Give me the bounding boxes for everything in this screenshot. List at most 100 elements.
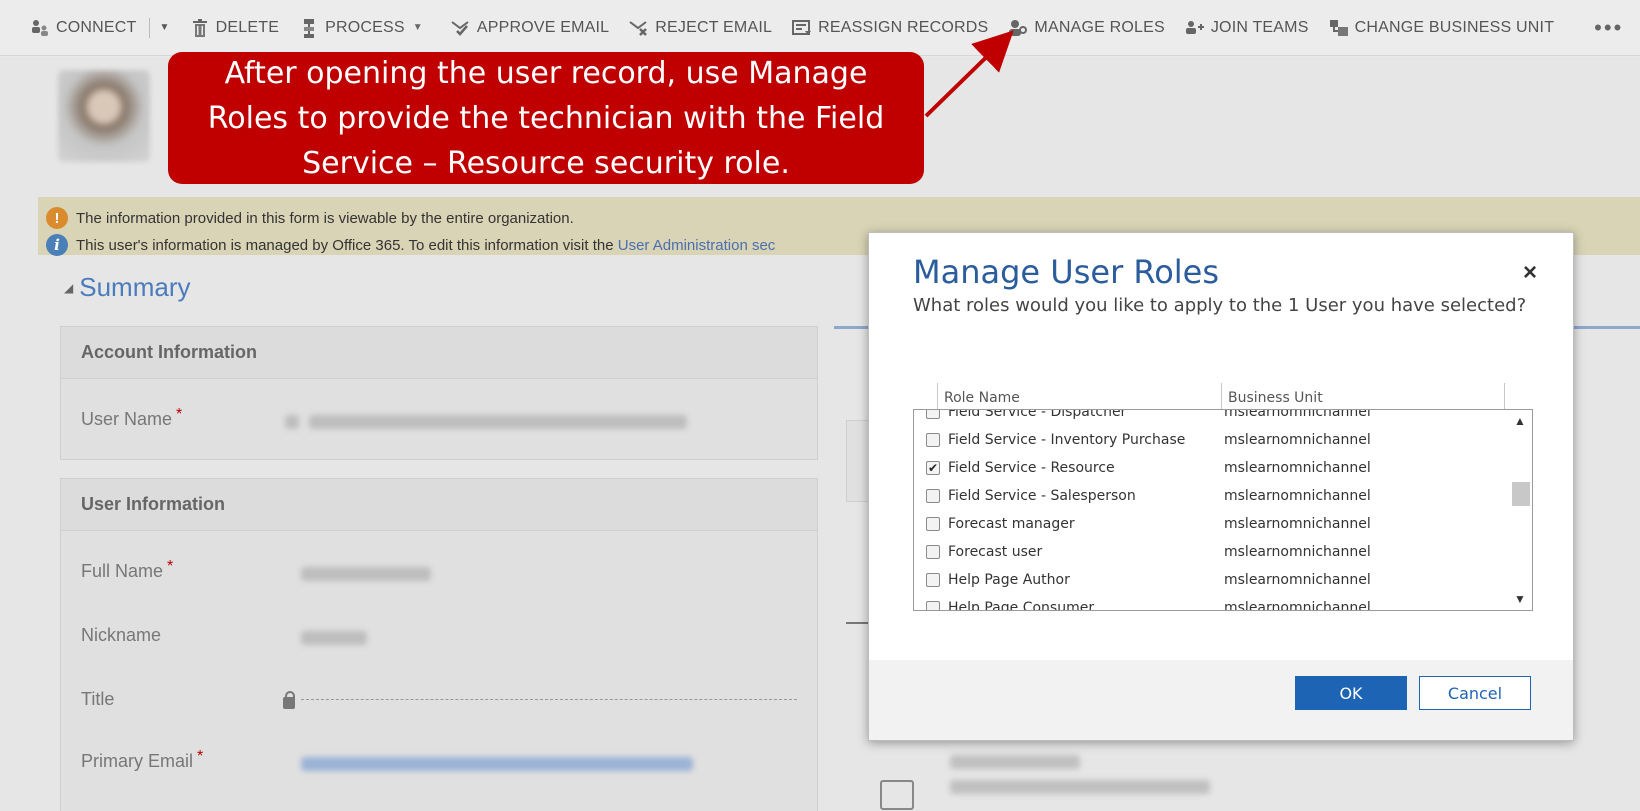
nickname-value[interactable]: [301, 631, 367, 645]
command-bar: CONNECT ▼ DELETE PROCESS ▼ APPROVE EMAIL…: [0, 0, 1640, 56]
scroll-down-icon[interactable]: ▼: [1514, 592, 1526, 606]
role-row[interactable]: Help Page Consumer mslearnomnichannel: [914, 594, 1510, 611]
nickname-label: Nickname: [81, 625, 162, 645]
contact-subtitle: [950, 780, 1210, 794]
role-checkbox[interactable]: [926, 573, 940, 587]
approve-email-icon: [451, 18, 471, 38]
role-row[interactable]: Field Service - Salesperson mslearnomnich…: [914, 482, 1510, 510]
notice-row-office365: i This user's information is managed by …: [46, 234, 775, 256]
reject-email-icon: [629, 18, 649, 38]
business-unit: mslearnomnichannel: [1224, 432, 1371, 448]
reassign-records-label: REASSIGN RECORDS: [818, 18, 989, 36]
full-name-value[interactable]: [301, 567, 431, 581]
notice-row-org: ! The information provided in this form …: [46, 207, 574, 229]
primary-email-value[interactable]: [301, 757, 693, 771]
role-checkbox[interactable]: [926, 517, 940, 531]
user-information-section: User Information Full Name * Nickname Tit…: [60, 478, 818, 811]
column-role-name[interactable]: Role Name: [937, 383, 1221, 409]
roles-grid: Role Name Business Unit Field Service - …: [913, 383, 1533, 611]
primary-email-label: Primary Email *: [81, 748, 204, 771]
role-row[interactable]: Field Service - Inventory Purchase mslear…: [914, 426, 1510, 454]
scroll-up-icon[interactable]: ▲: [1514, 414, 1526, 428]
role-name: Forecast user: [948, 544, 1043, 560]
instruction-callout: After opening the user record, use Manag…: [168, 52, 924, 184]
reject-email-label: REJECT EMAIL: [655, 18, 773, 36]
dialog-subtitle: What roles would you like to apply to th…: [913, 295, 1527, 316]
business-unit: mslearnomnichannel: [1224, 544, 1371, 560]
change-business-unit-button[interactable]: CHANGE BUSINESS UNIT: [1319, 0, 1565, 56]
close-icon[interactable]: ×: [1523, 259, 1537, 287]
business-unit: mslearnomnichannel: [1224, 516, 1371, 532]
business-unit-icon: [1329, 18, 1349, 38]
role-checkbox[interactable]: [926, 545, 940, 559]
notice-text: The information provided in this form is…: [76, 209, 574, 227]
avatar: [58, 70, 150, 162]
role-checkbox[interactable]: [926, 601, 940, 610]
join-teams-icon: [1185, 18, 1205, 38]
role-name: Help Page Author: [948, 572, 1070, 588]
role-row[interactable]: Forecast manager mslearnomnichannel: [914, 510, 1510, 538]
callout-text: After opening the user record, use Manag…: [207, 55, 885, 181]
more-commands-button[interactable]: •••: [1584, 0, 1633, 56]
connect-button[interactable]: CONNECT: [20, 0, 147, 56]
manage-user-roles-dialog: Manage User Roles What roles would you l…: [868, 232, 1574, 741]
role-row[interactable]: Help Page Author mslearnomnichannel: [914, 566, 1510, 594]
column-business-unit[interactable]: Business Unit: [1221, 383, 1505, 409]
role-name: Field Service - Resource: [948, 460, 1115, 476]
business-unit: mslearnomnichannel: [1224, 572, 1371, 588]
join-teams-button[interactable]: JOIN TEAMS: [1175, 0, 1319, 56]
warning-icon: !: [46, 207, 68, 229]
user-admin-link[interactable]: User Administration sec: [618, 237, 776, 254]
title-field[interactable]: [61, 687, 819, 707]
dialog-footer: OK Cancel: [869, 660, 1573, 740]
manage-roles-button[interactable]: MANAGE ROLES: [998, 0, 1174, 56]
user-name-value[interactable]: [309, 415, 687, 429]
reassign-records-button[interactable]: REASSIGN RECORDS: [782, 0, 998, 56]
role-name: Forecast manager: [948, 516, 1075, 532]
role-name: Field Service - Dispatcher: [948, 409, 1127, 420]
business-unit: mslearnomnichannel: [1224, 460, 1371, 476]
chevron-down-icon: ▼: [159, 22, 170, 33]
grid-header: Role Name Business Unit: [913, 383, 1509, 409]
summary-section-toggle[interactable]: ◢ Summary: [64, 272, 190, 303]
approve-email-button[interactable]: APPROVE EMAIL: [441, 0, 619, 56]
connect-dropdown-button[interactable]: ▼: [148, 17, 180, 38]
join-teams-label: JOIN TEAMS: [1210, 18, 1309, 36]
cancel-button[interactable]: Cancel: [1419, 676, 1531, 710]
change-business-unit-label: CHANGE BUSINESS UNIT: [1354, 18, 1555, 36]
role-name: Help Page Consumer: [948, 600, 1095, 611]
delete-button[interactable]: DELETE: [180, 0, 289, 56]
reassign-icon: [792, 18, 812, 38]
user-name-label: User Name *: [81, 406, 183, 429]
role-row[interactable]: ✔ Field Service - Resource mslearnomnichan…: [914, 454, 1510, 482]
role-row[interactable]: Forecast user mslearnomnichannel: [914, 538, 1510, 566]
ok-button[interactable]: OK: [1295, 676, 1407, 710]
role-checkbox[interactable]: [926, 433, 940, 447]
business-unit: mslearnomnichannel: [1224, 409, 1371, 420]
role-checkbox[interactable]: [926, 489, 940, 503]
role-checkbox[interactable]: [926, 410, 940, 419]
account-information-section: Account Information User Name *: [60, 326, 818, 460]
contact-name: [950, 755, 1080, 769]
role-rows: Field Service - Dispatcher mslearnomnicha…: [914, 409, 1510, 611]
grid-body: Field Service - Dispatcher mslearnomnicha…: [913, 409, 1533, 611]
role-checkbox-checked[interactable]: ✔: [926, 461, 940, 475]
business-unit: mslearnomnichannel: [1224, 488, 1371, 504]
reject-email-button[interactable]: REJECT EMAIL: [619, 0, 782, 56]
process-icon: [299, 18, 319, 38]
full-name-label: Full Name *: [81, 558, 174, 581]
approve-email-label: APPROVE EMAIL: [476, 18, 610, 36]
role-row[interactable]: Field Service - Dispatcher mslearnomnicha…: [914, 409, 1510, 426]
header-checkbox-column: [913, 383, 937, 409]
grid-scrollbar[interactable]: ▲ ▼: [1508, 410, 1532, 610]
info-icon: i: [46, 234, 68, 256]
process-button[interactable]: PROCESS ▼: [289, 0, 433, 56]
role-name: Field Service - Inventory Purchase: [948, 432, 1186, 448]
chevron-down-icon: ▼: [412, 22, 423, 33]
process-label: PROCESS: [325, 18, 405, 36]
more-icon: •••: [1594, 14, 1624, 40]
user-icon: [285, 415, 299, 429]
section-header: User Information: [61, 479, 817, 531]
trash-icon: [190, 18, 210, 38]
scroll-thumb[interactable]: [1512, 482, 1530, 506]
